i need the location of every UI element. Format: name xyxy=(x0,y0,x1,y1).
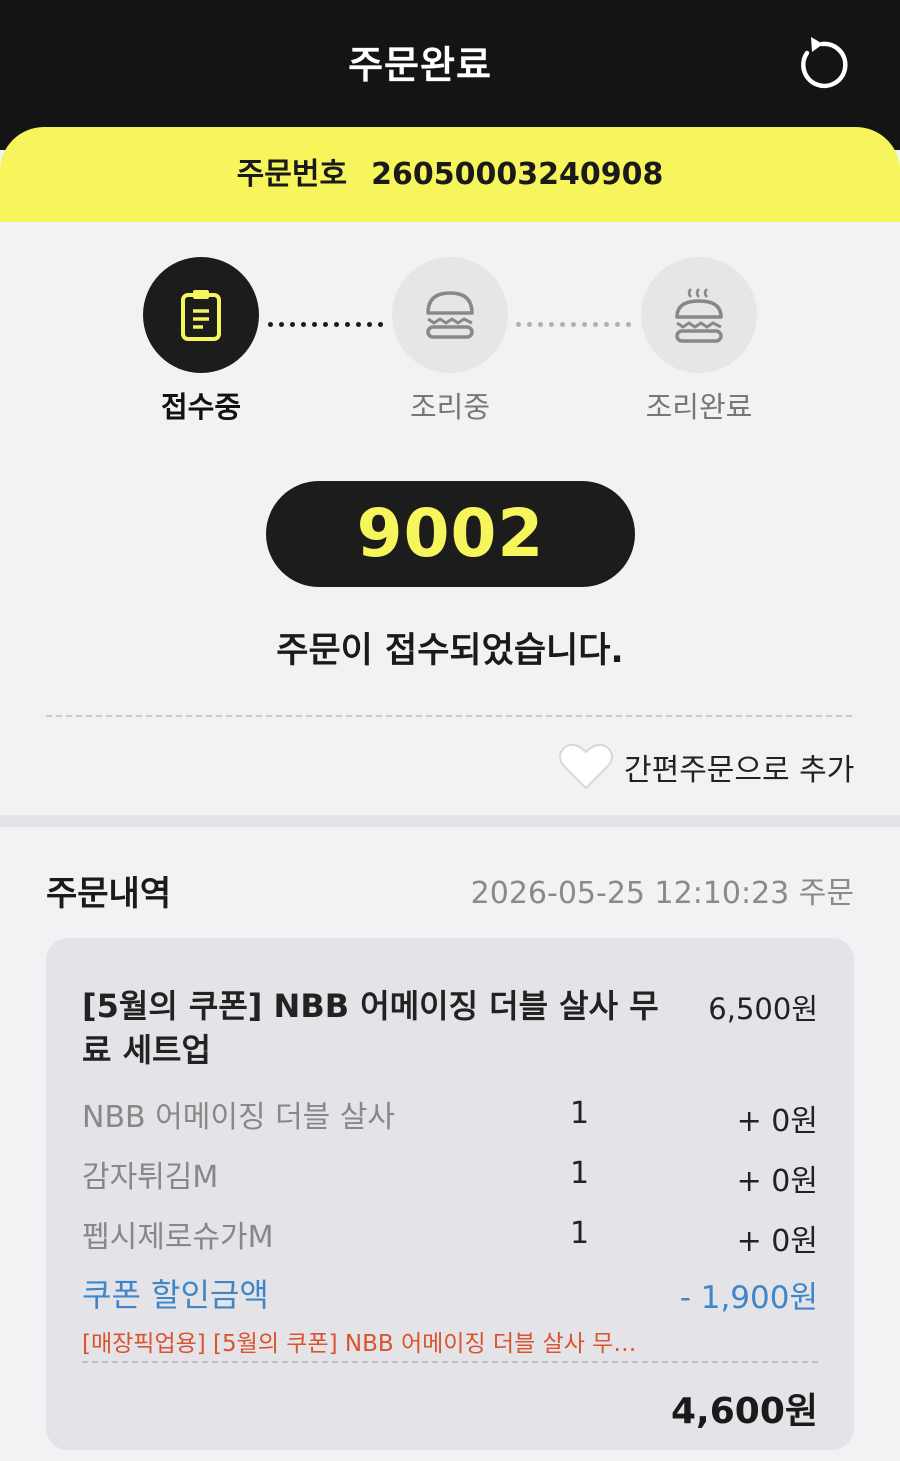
progress-connector xyxy=(516,312,637,327)
step-cooking-circle xyxy=(392,257,508,373)
status-message: 주문이 접수되었습니다. xyxy=(276,631,624,671)
option-qty: 1 xyxy=(570,1216,590,1251)
order-number-banner: 주문번호 26050003240908 xyxy=(0,127,900,222)
option-qty: 1 xyxy=(570,1156,590,1191)
hot-burger-icon xyxy=(675,288,723,343)
option-price: + 0원 xyxy=(736,1224,818,1259)
burger-icon xyxy=(426,291,474,339)
option-qty: 1 xyxy=(570,1096,590,1131)
progress-connector xyxy=(268,312,389,327)
item-name: [5월의 쿠폰] NBB 어메이징 더블 살사 무료 세트업 xyxy=(82,987,659,1069)
coupon-note: [매장픽업용] [5월의 쿠폰] NBB 어메이징 더블 살사 무료… xyxy=(82,1331,642,1357)
refresh-icon[interactable] xyxy=(792,35,852,95)
divider xyxy=(82,1361,818,1363)
add-quick-order-button[interactable]: 간편주문으로 추가 xyxy=(558,737,858,797)
option-name: 감자튀김M xyxy=(82,1160,219,1195)
pickup-number: 9002 xyxy=(266,481,635,587)
page-title: 주문완료 xyxy=(348,43,492,87)
order-number-label: 주문번호 xyxy=(236,157,348,192)
option-row: NBB 어메이징 더블 살사 1 + 0원 xyxy=(82,1092,818,1139)
order-status-area: 접수중 조리중 조리완료 9002 주문이 접수되었습니다. 간편주문으로 추가 xyxy=(0,222,900,815)
order-item-card: [5월의 쿠폰] NBB 어메이징 더블 살사 무료 세트업 6,500원 NB… xyxy=(46,938,854,1450)
option-name: NBB 어메이징 더블 살사 xyxy=(82,1100,396,1135)
order-total: 4,600원 xyxy=(671,1391,818,1432)
step-label-received: 접수중 xyxy=(160,390,242,424)
order-datetime: 2026-05-25 12:10:23 주문 xyxy=(470,876,854,911)
step-done-circle xyxy=(641,257,757,373)
order-history-title: 주문내역 xyxy=(46,874,172,914)
step-received-circle xyxy=(143,257,259,373)
option-name: 펩시제로슈가M xyxy=(82,1220,274,1255)
item-price: 6,500원 xyxy=(708,992,818,1026)
option-price: + 0원 xyxy=(736,1164,818,1199)
coupon-discount-amount: - 1,900원 xyxy=(679,1280,818,1316)
option-row: 감자튀김M 1 + 0원 xyxy=(82,1152,818,1199)
clipboard-icon xyxy=(181,290,221,341)
coupon-discount-label: 쿠폰 할인금액 xyxy=(82,1276,269,1314)
add-quick-order-label: 간편주문으로 추가 xyxy=(624,753,855,788)
option-row: 펩시제로슈가M 1 + 0원 xyxy=(82,1212,818,1259)
coupon-discount-row: 쿠폰 할인금액 - 1,900원 xyxy=(82,1270,818,1316)
option-price: + 0원 xyxy=(736,1104,818,1139)
divider xyxy=(46,715,852,717)
order-number-value: 26050003240908 xyxy=(371,157,664,192)
step-label-cooking: 조리중 xyxy=(409,390,491,424)
section-divider xyxy=(0,815,900,827)
heart-icon xyxy=(559,743,613,790)
step-label-done: 조리완료 xyxy=(645,390,753,424)
